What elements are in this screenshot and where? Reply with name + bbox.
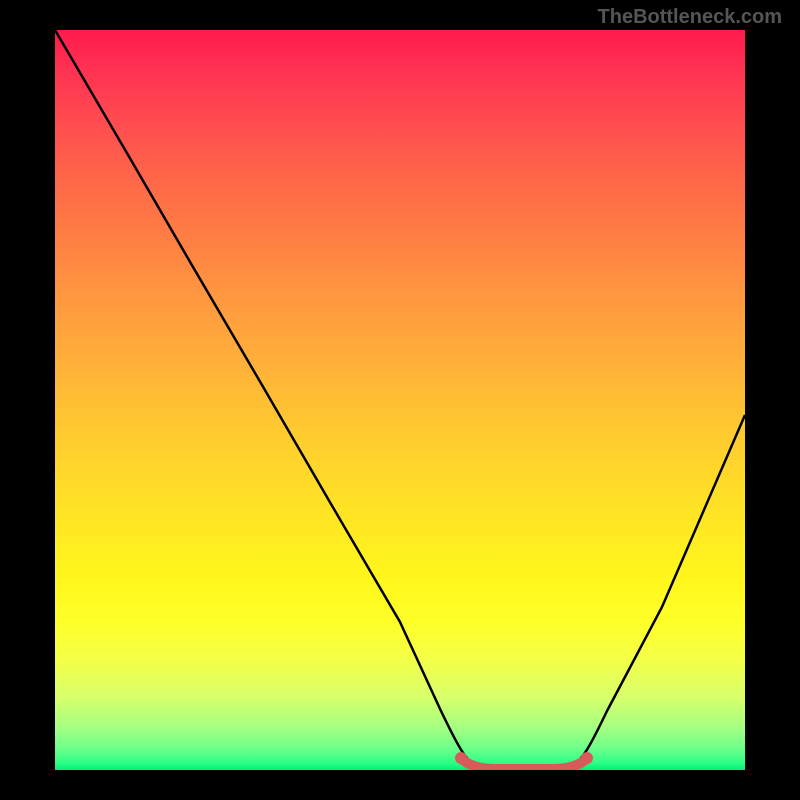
optimal-range-start-dot [455,752,467,764]
optimal-range-marker [463,760,585,769]
plot-area [55,30,745,770]
bottleneck-curve [55,30,745,770]
curve-path [55,30,745,770]
watermark-text: TheBottleneck.com [598,6,782,29]
chart-frame: TheBottleneck.com [0,0,800,800]
optimal-range-end-dot [581,752,593,764]
